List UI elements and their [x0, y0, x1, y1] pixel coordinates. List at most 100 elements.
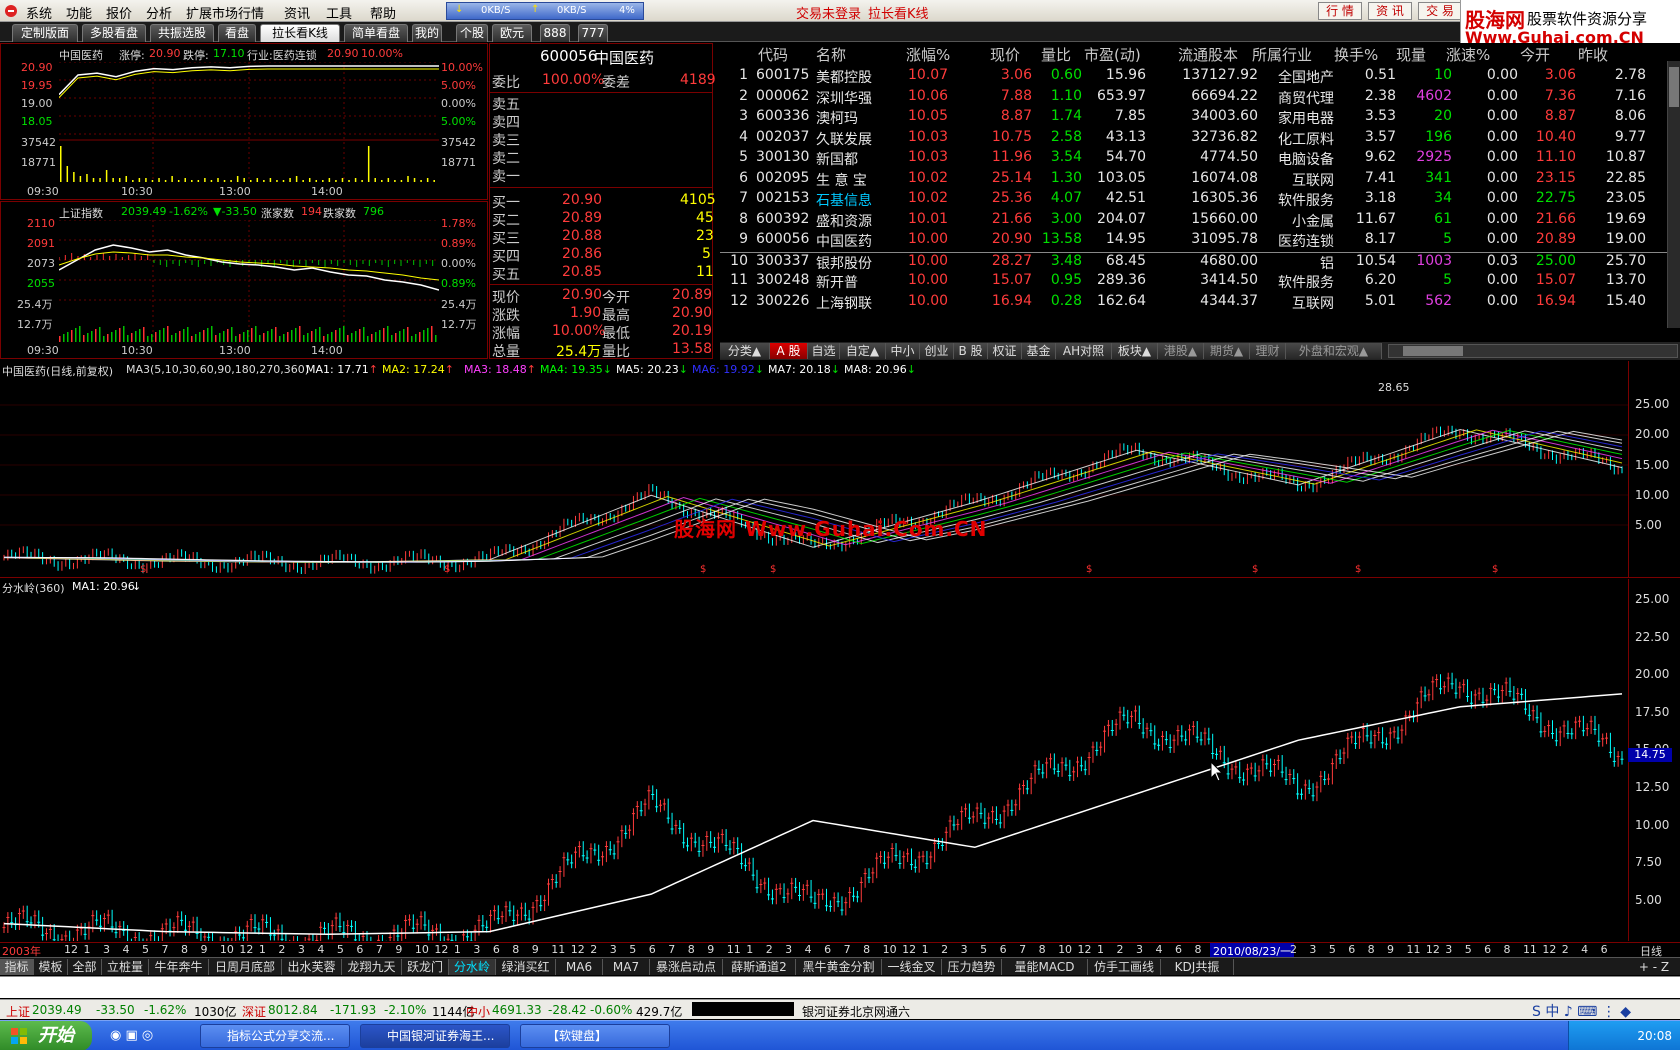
cat-futures[interactable]: 期货▲ — [1204, 343, 1250, 359]
col-float[interactable]: 流通股本 — [1178, 44, 1238, 65]
taskbar-item-2[interactable]: 中国银河证券海王... — [360, 1024, 510, 1048]
col-speed[interactable]: 涨速% — [1446, 44, 1490, 65]
cat-wealth[interactable]: 理财 — [1250, 343, 1286, 359]
cat-scrollbar[interactable] — [1388, 344, 1678, 358]
bid-row-1[interactable]: 买一 20.90 4105 — [490, 192, 716, 211]
indicator-tab[interactable]: 仿手工画线 — [1088, 959, 1161, 975]
indicator-tab[interactable]: MA6 — [556, 959, 603, 975]
table-row[interactable]: 7 002153 石基信息 10.02 25.36 4.07 42.51 16305.36 软件… — [720, 190, 1680, 211]
col-curvol[interactable]: 现量 — [1396, 44, 1426, 65]
table-row[interactable]: 3 600336 澳柯玛 10.05 8.87 1.74 7.85 34003.60 家用电器 3… — [720, 108, 1680, 129]
indicator-tab[interactable]: 龙翔九天 — [342, 959, 402, 975]
menu-function[interactable]: 功能 — [66, 3, 92, 22]
tab-multi-stock[interactable]: 多股看盘 — [82, 24, 146, 42]
taskbar-item-3[interactable]: 【软键盘】 — [520, 1024, 670, 1048]
table-row[interactable]: 12 300226 上海钢联 10.00 16.94 0.28 162.64 4344.37 互… — [720, 293, 1680, 314]
quote-table[interactable]: 代码 名称 涨幅% 现价 量比 市盈(动) 流通股本 所属行业 换手% 现量 涨… — [720, 43, 1680, 328]
col-industry[interactable]: 所属行业 — [1252, 44, 1312, 65]
quick-launch-icons[interactable]: ◉ ▣ ◎ — [110, 1028, 153, 1043]
cat-classify[interactable]: 分类▲ — [720, 343, 770, 359]
indicator-tab[interactable]: 立桩量 — [102, 959, 149, 975]
col-prevclose[interactable]: 昨收 — [1578, 44, 1608, 65]
cat-sme[interactable]: 中小 — [886, 343, 920, 359]
indicator-tab[interactable]: 模板 — [34, 959, 68, 975]
indicator-tab[interactable]: 一线金叉 — [882, 959, 942, 975]
menu-analysis[interactable]: 分析 — [146, 3, 172, 22]
indicator-tab[interactable]: 绿消买红 — [496, 959, 556, 975]
tab-simple[interactable]: 简单看盘 — [344, 24, 408, 42]
ask-row-5[interactable]: 卖五 — [490, 94, 702, 113]
indicator-tab[interactable]: 压力趋势 — [942, 959, 1002, 975]
tab-777[interactable]: 777 — [578, 24, 608, 42]
sh-index-label[interactable]: 上证 — [6, 1003, 30, 1020]
col-name[interactable]: 名称 — [816, 44, 846, 65]
ime-toolbar-icon[interactable]: S 中 ♪ ⌨ ⋮ ◆ — [1532, 1001, 1672, 1020]
quote-scrollbar[interactable] — [1667, 61, 1680, 328]
tab-888[interactable]: 888 — [540, 24, 570, 42]
indicator-tab[interactable]: 日周月底部 — [209, 959, 282, 975]
table-row[interactable]: 11 300248 新开普 10.00 15.07 0.95 289.36 3414.50 软件… — [720, 272, 1680, 293]
cat-b-share[interactable]: B 股 — [954, 343, 988, 359]
intraday-stock-panel[interactable]: 中国医药 涨停: 20.90 跌停: 17.10 行业:医药连锁 20.90 1… — [0, 43, 488, 200]
menu-quote[interactable]: 报价 — [106, 3, 132, 22]
col-code[interactable]: 代码 — [758, 44, 788, 65]
indicator-tab[interactable]: 量能MACD — [1002, 959, 1088, 975]
indicator-tab[interactable]: 跃龙门 — [402, 959, 449, 975]
indicator-tab[interactable]: 全部 — [68, 959, 102, 975]
tab-mine[interactable]: 我的 — [412, 24, 442, 42]
zoom-controls[interactable]: + - Z — [1630, 959, 1678, 975]
col-price[interactable]: 现价 — [990, 44, 1020, 65]
sz-index-label[interactable]: 深证 — [242, 1003, 266, 1020]
kline-panel[interactable]: 中国医药(日线,前复权) MA3(5,10,30,60,90,180,270,3… — [0, 361, 1680, 578]
table-row[interactable]: 6 002095 生 意 宝 10.02 25.14 1.30 103.05 16074.08… — [720, 170, 1680, 191]
table-row[interactable]: 1 600175 美都控股 10.07 3.06 0.60 15.96 137127.92 全国… — [720, 67, 1680, 88]
table-row[interactable]: 8 600392 盛和资源 10.01 21.66 3.00 204.07 15660.00 小… — [720, 211, 1680, 232]
cat-watchlist[interactable]: 自选 — [808, 343, 840, 359]
cat-fund[interactable]: 基金 — [1022, 343, 1056, 359]
indicator-tab[interactable]: 牛年奔牛 — [149, 959, 209, 975]
app-icon[interactable] — [4, 3, 18, 18]
table-row[interactable]: 10 300337 银邦股份 10.00 28.27 3.48 68.45 4680.00 铝 1… — [720, 251, 1680, 273]
cat-sector[interactable]: 板块▲ — [1112, 343, 1158, 359]
indicator-tab[interactable]: KDJ共振 — [1161, 959, 1234, 975]
table-row[interactable]: 2 000062 深圳华强 10.06 7.88 1.10 653.97 66694.22 商贸… — [720, 88, 1680, 109]
tab-resonance[interactable]: 共振选股 — [150, 24, 214, 42]
trade-login-status[interactable]: 交易未登录 — [796, 3, 861, 22]
col-pct[interactable]: 涨幅% — [906, 44, 950, 65]
sme-index-label[interactable]: 中小 — [466, 1003, 490, 1020]
trade-button[interactable]: 交 易 — [1418, 2, 1462, 20]
taskbar-item-1[interactable]: 指标公式分享交流... — [200, 1024, 350, 1048]
bid-row-3[interactable]: 买三 20.88 23 — [490, 228, 714, 247]
cat-ah[interactable]: AH对照 — [1056, 343, 1112, 359]
menu-tools[interactable]: 工具 — [326, 3, 352, 22]
indicator-tab[interactable]: 暴涨启动点 — [650, 959, 723, 975]
indicator-panel[interactable]: 分水岭(360) MA1: 20.96 ↓ 25.00 22.50 20.00 17.… — [0, 579, 1680, 941]
col-open[interactable]: 今开 — [1520, 44, 1550, 65]
indicator-tab[interactable]: MA7 — [603, 959, 650, 975]
col-volratio[interactable]: 量比 — [1041, 44, 1071, 65]
command-input[interactable] — [0, 976, 1680, 998]
tab-custom-layout[interactable]: 定制版面 — [12, 24, 78, 42]
menu-news[interactable]: 资讯 — [284, 3, 310, 22]
cat-warrant[interactable]: 权证 — [988, 343, 1022, 359]
ask-row-1[interactable]: 卖一 — [490, 166, 702, 185]
table-row[interactable]: 5 300130 新国都 10.03 11.96 3.54 54.70 4774.50 电脑设备… — [720, 149, 1680, 170]
cat-a-share[interactable]: A 股 — [770, 343, 808, 359]
cat-custom[interactable]: 自定▲ — [840, 343, 886, 359]
news-button[interactable]: 资 讯 — [1368, 2, 1412, 20]
menu-help[interactable]: 帮助 — [370, 3, 396, 22]
intraday-index-panel[interactable]: 上证指数 2039.49 -1.62% ▼-33.50 涨家数 194 跌家数 … — [0, 201, 488, 359]
tab-single-stock[interactable]: 个股 — [456, 24, 488, 42]
menu-ext-market[interactable]: 扩展市场行情 — [186, 3, 264, 22]
tab-euro[interactable]: 欧元 — [492, 24, 532, 42]
indicator-tab[interactable]: 出水芙蓉 — [282, 959, 342, 975]
indicator-tab[interactable]: 薛斯通道2 — [723, 959, 796, 975]
menu-system[interactable]: 系统 — [26, 3, 52, 22]
col-turnover[interactable]: 换手% — [1334, 44, 1378, 65]
table-row[interactable]: 4 002037 久联发展 10.03 10.75 2.58 43.13 32736.82 化工… — [720, 129, 1680, 150]
quote-button[interactable]: 行 情 — [1318, 2, 1362, 20]
ask-row-2[interactable]: 卖二 — [490, 148, 702, 167]
col-pe[interactable]: 市盈(动) — [1084, 44, 1141, 65]
indicator-tab[interactable]: 黑牛黄金分割 — [796, 959, 882, 975]
indicator-tab[interactable]: 指标 — [0, 959, 34, 975]
